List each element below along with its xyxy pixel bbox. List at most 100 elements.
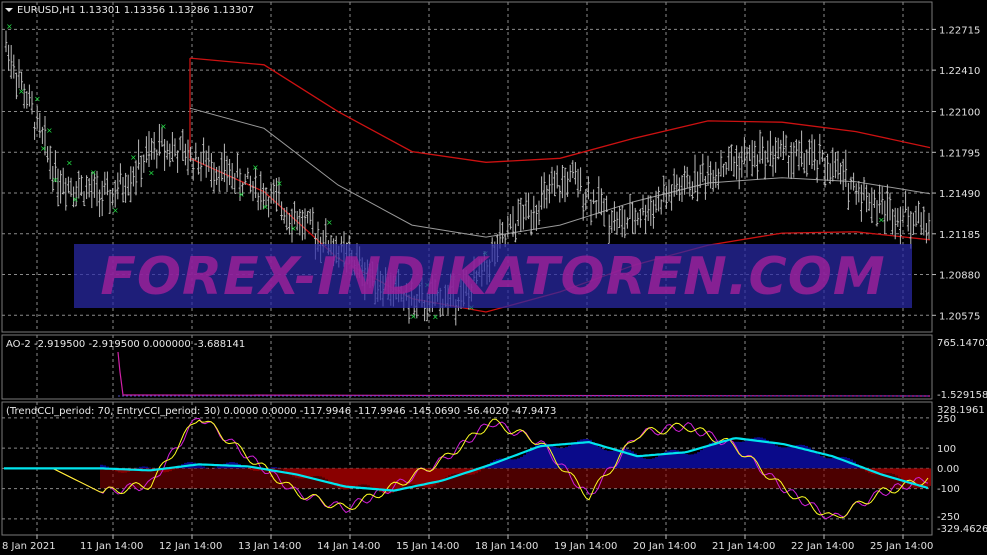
watermark: FOREX-INDIKATOREN.COM: [74, 244, 912, 308]
cci-hist-181: [643, 458, 646, 469]
cci-hist-183: [649, 458, 652, 469]
cci-level-minus100: -100: [937, 484, 960, 495]
cci-hist-194: [682, 452, 685, 469]
cci-hist-168: [604, 450, 607, 469]
arrow-mark-13: ×: [238, 190, 245, 199]
cci-hist-136: [508, 459, 511, 469]
cci-hist-198: [694, 453, 697, 469]
cci-hist-184: [652, 458, 655, 469]
cci-hist-35: [205, 467, 208, 469]
time-tick-label-0: 8 Jan 2021: [2, 541, 56, 552]
cci-hist-135: [505, 458, 508, 469]
cci-hist-163: [589, 439, 592, 469]
cci-hist-201: [703, 447, 706, 469]
cci-hist-216: [748, 439, 751, 469]
chart-canvas: ×××××××××××××××××××××××××× FOREX-INDIKAT…: [1, 1, 987, 552]
cci-hist-227: [781, 447, 784, 469]
cci-hist-217: [751, 438, 754, 469]
cci-hist-197: [691, 454, 694, 469]
arrow-mark-8: ×: [90, 168, 97, 177]
time-axis: 8 Jan 2021 11 Jan 14:00 12 Jan 14:00 13 Jan…: [2, 535, 933, 552]
cci-hist-210: [730, 441, 733, 469]
cci-hist-15: [145, 466, 148, 469]
cci-hist-159: [577, 440, 580, 469]
cci-hist-48: [244, 467, 247, 469]
cci-hist-196: [688, 454, 691, 469]
time-tick-label-8: 20 Jan 14:00: [633, 541, 696, 552]
cci-red-band: [100, 468, 930, 489]
price-axis: 1.22715 1.22410 1.22100 1.21795 1.21490 1.211…: [932, 25, 980, 322]
cci-hist-16: [148, 467, 151, 469]
time-tick-label-4: 14 Jan 14:00: [317, 541, 380, 552]
cci-hist-214: [742, 441, 745, 469]
cci-bottom-value: -329.4626: [937, 524, 987, 535]
cci-hist-167: [601, 448, 604, 469]
arrow-mark-15: ×: [262, 202, 269, 211]
arrow-mark-25: ×: [878, 216, 885, 225]
cci-hist-229: [787, 447, 790, 469]
cci-level-250: 250: [937, 414, 956, 425]
cci-hist-199: [697, 452, 700, 469]
cci-hist-208: [724, 440, 727, 469]
ao-bottom-value: -1.529158: [937, 390, 987, 401]
cci-hist-195: [685, 453, 688, 469]
cci-hist-185: [655, 457, 658, 469]
price-tick-label-0: 1.22715: [939, 25, 980, 36]
cci-hist-166: [598, 446, 601, 469]
ao-header: AO-2 -2.919500 -2.919500 0.000000 -3.688…: [6, 339, 245, 350]
cci-hist-143: [529, 449, 532, 469]
cci-hist-12: [136, 467, 139, 469]
cci-hist-59: [277, 467, 280, 469]
cci-hist-239: [817, 454, 820, 469]
cci-hist-58: [274, 467, 277, 469]
cci-hist-187: [661, 453, 664, 469]
cci-hist-179: [637, 455, 640, 469]
arrow-mark-6: ×: [66, 159, 73, 168]
time-tick-label-2: 12 Jan 14:00: [159, 541, 222, 552]
time-tick-label-10: 22 Jan 14:00: [791, 541, 854, 552]
arrow-mark-16: ×: [276, 179, 283, 188]
arrow-mark-21: ×: [432, 312, 439, 321]
cci-hist-156: [568, 445, 571, 469]
price-tick-label-1: 1.22410: [939, 66, 980, 77]
arrow-mark-19: ×: [410, 312, 417, 321]
cci-hist-186: [658, 455, 661, 469]
ao-top-value: 765.14701: [937, 338, 987, 349]
price-tick-label-3: 1.21795: [939, 148, 980, 159]
price-tick-label-2: 1.22100: [939, 108, 980, 119]
price-tick-label-7: 1.20575: [939, 311, 980, 322]
cci-hist-241: [823, 457, 826, 469]
cci-hist-212: [736, 441, 739, 469]
cci-hist-142: [526, 452, 529, 469]
cci-hist-180: [640, 457, 643, 469]
cci-hist-138: [514, 459, 517, 469]
cci-hist-137: [511, 459, 514, 469]
time-tick-label-5: 15 Jan 14:00: [396, 541, 459, 552]
arrow-mark-3: ×: [40, 144, 47, 153]
cci-hist-34: [202, 466, 205, 469]
arrow-mark-12: ×: [160, 122, 167, 131]
cci-hist-193: [679, 451, 682, 469]
cci-hist-132: [496, 459, 499, 469]
cci-hist-202: [706, 445, 709, 469]
arrow-mark-4: ×: [46, 126, 53, 135]
cci-hist-203: [709, 443, 712, 469]
cci-hist-224: [772, 443, 775, 469]
arrow-mark-11: ×: [148, 168, 155, 177]
cci-hist-157: [571, 443, 574, 469]
arrow-mark-14: ×: [252, 163, 259, 172]
cci-hist-242: [826, 458, 829, 469]
cci-hist-155: [565, 447, 568, 469]
cci-hist-244: [832, 457, 835, 469]
cci-hist-243: [829, 458, 832, 469]
time-tick-label-11: 25 Jan 14:00: [870, 541, 933, 552]
cci-hist-169: [607, 450, 610, 469]
cci-hist-230: [790, 446, 793, 469]
cci-hist-225: [775, 445, 778, 469]
price-tick-label-6: 1.20880: [939, 271, 980, 282]
cci-hist-222: [766, 440, 769, 469]
arrow-mark-17: ×: [290, 224, 297, 233]
cci-hist-164: [592, 442, 595, 469]
cci-hist-165: [595, 444, 598, 469]
arrow-mark-7: ×: [72, 195, 79, 204]
